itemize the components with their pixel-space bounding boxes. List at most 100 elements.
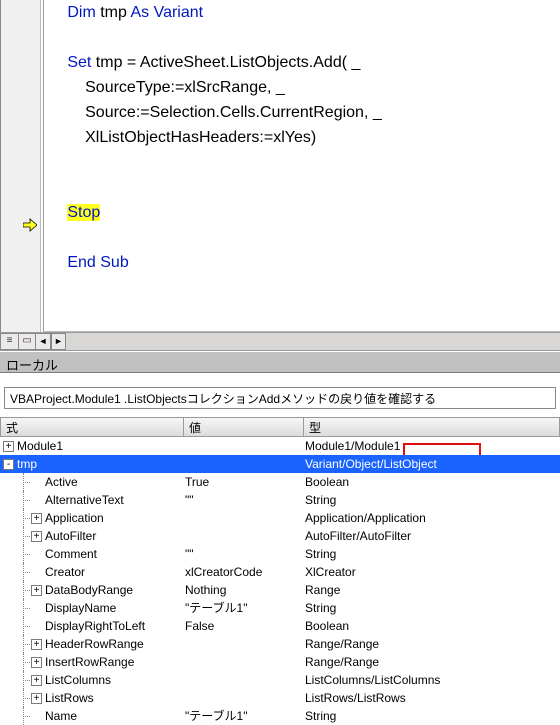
expr-type: Range xyxy=(303,581,560,599)
expr-value: "" xyxy=(183,491,303,509)
expr-name: ListColumns xyxy=(45,671,111,689)
table-row[interactable]: Comment ""String xyxy=(0,545,560,563)
table-row[interactable]: +AutoFilter AutoFilter/AutoFilter xyxy=(0,527,560,545)
full-view-button[interactable]: ≡ xyxy=(0,333,18,350)
expr-value: False xyxy=(183,617,303,635)
expr-value: True xyxy=(183,473,303,491)
gap xyxy=(0,373,560,387)
expr-name: DisplayName xyxy=(45,599,116,617)
tree-branch-icon xyxy=(17,509,31,527)
table-row[interactable]: +DataBodyRange NothingRange xyxy=(0,581,560,599)
tree-branch-icon xyxy=(17,563,31,581)
expr-type: String xyxy=(303,599,560,617)
expr-type: String xyxy=(303,707,560,725)
expr-name: Name xyxy=(45,707,77,725)
procedure-view-button[interactable]: ▭ xyxy=(18,333,36,350)
header-expression[interactable]: 式 xyxy=(0,417,183,437)
expr-name: DisplayRightToLeft xyxy=(45,617,145,635)
expr-type: Boolean xyxy=(303,617,560,635)
expr-name: InsertRowRange xyxy=(45,653,134,671)
expr-name: DataBodyRange xyxy=(45,581,133,599)
margin-line xyxy=(43,0,44,332)
no-toggle xyxy=(31,477,42,488)
no-toggle xyxy=(31,549,42,560)
expr-type: ListRows/ListRows xyxy=(303,689,560,707)
expand-icon[interactable]: + xyxy=(31,657,42,668)
collapse-icon[interactable]: - xyxy=(3,459,14,470)
expr-value: xlCreatorCode xyxy=(183,563,303,581)
expr-type: String xyxy=(303,545,560,563)
no-toggle xyxy=(31,621,42,632)
tree-branch-icon xyxy=(17,671,31,689)
tree-branch-icon xyxy=(17,473,31,491)
expr-name: AutoFilter xyxy=(45,527,96,545)
expr-type: Application/Application xyxy=(303,509,560,527)
expr-type: Range/Range xyxy=(303,653,560,671)
header-value[interactable]: 値 xyxy=(183,417,303,437)
no-toggle xyxy=(31,711,42,722)
locals-context[interactable]: VBAProject.Module1 .ListObjectsコレクションAdd… xyxy=(4,387,556,409)
execution-arrow-icon xyxy=(23,218,37,232)
gutter xyxy=(1,0,41,332)
header-type[interactable]: 型 xyxy=(303,417,560,437)
expr-type: AutoFilter/AutoFilter xyxy=(303,527,560,545)
expand-icon[interactable]: + xyxy=(31,531,42,542)
locals-tree[interactable]: +Module1Module1/Module1-tmpVariant/Objec… xyxy=(0,437,560,725)
table-row[interactable]: Name "テーブル1"String xyxy=(0,707,560,725)
table-row[interactable]: DisplayName "テーブル1"String xyxy=(0,599,560,617)
expr-value: "テーブル1" xyxy=(183,599,303,617)
scroll-left-button[interactable]: ◄ xyxy=(36,333,51,350)
expr-type: Module1/Module1 xyxy=(303,437,560,455)
expand-icon[interactable]: + xyxy=(31,585,42,596)
expr-name: Application xyxy=(45,509,104,527)
expr-name: Active xyxy=(45,473,78,491)
code-editor[interactable]: Dim tmp As Variant Set tmp = ActiveSheet… xyxy=(0,0,560,332)
table-row[interactable]: AlternativeText ""String xyxy=(0,491,560,509)
table-row[interactable]: +HeaderRowRange Range/Range xyxy=(0,635,560,653)
tree-branch-icon xyxy=(17,527,31,545)
tree-branch-icon xyxy=(17,491,31,509)
expr-type: Boolean xyxy=(303,473,560,491)
locals-headers: 式 値 型 xyxy=(0,417,560,437)
table-row[interactable]: +Module1Module1/Module1 xyxy=(0,437,560,455)
table-row[interactable]: +InsertRowRange Range/Range xyxy=(0,653,560,671)
expand-icon[interactable]: + xyxy=(31,639,42,650)
no-toggle xyxy=(31,567,42,578)
expr-type: XlCreator xyxy=(303,563,560,581)
expr-name: ListRows xyxy=(45,689,94,707)
expr-name: tmp xyxy=(17,455,37,473)
table-row[interactable]: +ListRows ListRows/ListRows xyxy=(0,689,560,707)
code-separator xyxy=(43,331,560,332)
table-row[interactable]: +Application Application/Application xyxy=(0,509,560,527)
locals-panel-title: ローカル xyxy=(0,351,560,373)
stop-statement: Stop xyxy=(67,204,100,221)
table-row[interactable]: -tmpVariant/Object/ListObject xyxy=(0,455,560,473)
expr-type: Range/Range xyxy=(303,635,560,653)
expr-name: HeaderRowRange xyxy=(45,635,144,653)
no-toggle xyxy=(31,495,42,506)
tree-branch-icon xyxy=(17,599,31,617)
expr-value: "テーブル1" xyxy=(183,707,303,725)
expr-value: "" xyxy=(183,545,303,563)
expr-name: Creator xyxy=(45,563,85,581)
tree-branch-icon xyxy=(17,617,31,635)
code-text[interactable]: Dim tmp As Variant Set tmp = ActiveSheet… xyxy=(54,0,560,275)
tree-branch-icon xyxy=(17,689,31,707)
table-row[interactable]: +ListColumnsListColumns/ListColumns xyxy=(0,671,560,689)
expr-name: AlternativeText xyxy=(45,491,124,509)
expr-name: Comment xyxy=(45,545,97,563)
expand-icon[interactable]: + xyxy=(31,675,42,686)
table-row[interactable]: Creator xlCreatorCodeXlCreator xyxy=(0,563,560,581)
table-row[interactable]: DisplayRightToLeft FalseBoolean xyxy=(0,617,560,635)
tree-branch-icon xyxy=(17,545,31,563)
expr-type: String xyxy=(303,491,560,509)
tree-branch-icon xyxy=(17,635,31,653)
table-row[interactable]: Active TrueBoolean xyxy=(0,473,560,491)
expand-icon[interactable]: + xyxy=(31,693,42,704)
tree-branch-icon xyxy=(17,707,31,725)
no-toggle xyxy=(31,603,42,614)
expand-icon[interactable]: + xyxy=(31,513,42,524)
expand-icon[interactable]: + xyxy=(3,441,14,452)
expr-value: Nothing xyxy=(183,581,303,599)
scroll-right-button[interactable]: ► xyxy=(51,333,66,350)
